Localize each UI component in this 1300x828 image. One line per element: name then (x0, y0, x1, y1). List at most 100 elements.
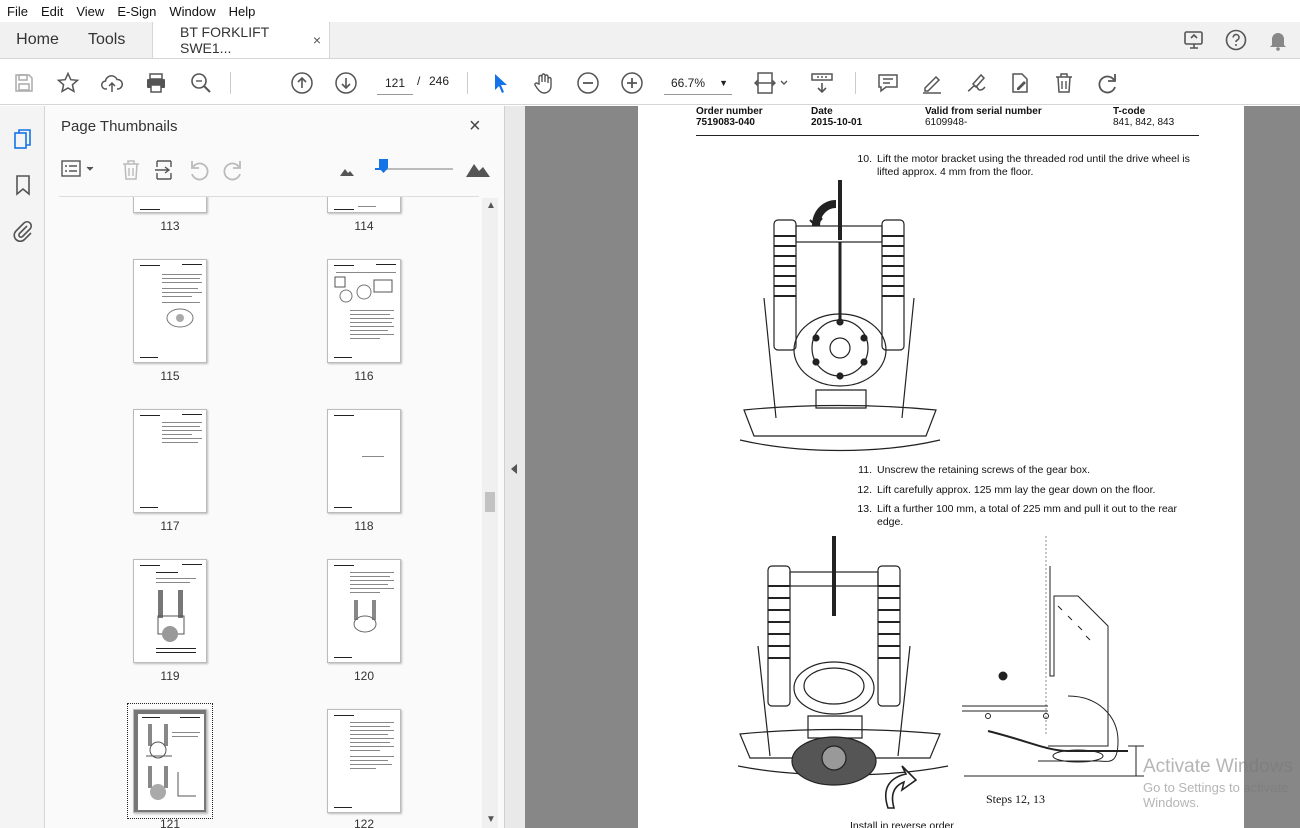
figure-caption: Steps 12, 13 (986, 792, 1046, 806)
edit-document-icon[interactable] (1008, 71, 1032, 95)
extract-pages-icon[interactable] (153, 158, 177, 187)
page-thumbnail[interactable] (327, 259, 401, 363)
scroll-up-icon[interactable]: ▲ (486, 200, 496, 211)
page-thumbnail[interactable] (133, 559, 207, 663)
bookmark-star-icon[interactable] (56, 71, 80, 95)
page-thumbnail[interactable] (133, 409, 207, 513)
left-navigation-rail (0, 106, 45, 828)
thumbnail-label: 119 (160, 669, 180, 683)
document-page: Order number 7519083-040 Date 2015-10-01… (638, 106, 1244, 828)
zoom-out-icon[interactable] (576, 71, 600, 95)
page-thumbnail[interactable] (327, 709, 401, 813)
thumbnail-options-menu-icon[interactable] (61, 158, 97, 185)
toolbar-divider (855, 72, 856, 94)
step-text: Lift carefully approx. 125 mm lay the ge… (877, 484, 1156, 496)
save-icon[interactable] (12, 71, 36, 95)
upload-cloud-icon[interactable] (100, 71, 124, 95)
thumbnail-label: 121 (159, 817, 181, 828)
watermark-line-2: Go to Settings to activate Windows. (1143, 780, 1289, 810)
menu-edit[interactable]: Edit (41, 4, 63, 19)
delete-page-icon[interactable] (119, 158, 143, 187)
page-thumbnail[interactable] (327, 559, 401, 663)
slider-handle[interactable] (379, 159, 388, 173)
header-tcode: T-code 841, 842, 843 (1113, 106, 1174, 128)
menu-esign[interactable]: E-Sign (117, 4, 156, 19)
tcode-value: 841, 842, 843 (1113, 117, 1175, 128)
panel-title: Page Thumbnails (61, 118, 178, 135)
serial-label: Valid from serial number (925, 106, 1042, 117)
tab-bar: Home Tools BT FORKLIFT SWE1... × (0, 22, 1300, 59)
gear-removal-illustration (738, 536, 949, 809)
page-thumbnail-selected[interactable] (127, 703, 213, 819)
collapse-arrow-icon[interactable] (511, 464, 517, 474)
page-separator: / (417, 74, 421, 88)
order-label: Order number (696, 106, 763, 117)
zoom-level-value: 66.7% (671, 76, 706, 90)
help-icon[interactable] (1224, 28, 1248, 52)
share-screen-icon[interactable] (1182, 28, 1206, 52)
page-thumbnail[interactable] (133, 259, 207, 363)
page-number-input[interactable]: 121 (377, 71, 413, 95)
notifications-bell-icon[interactable] (1266, 28, 1290, 52)
page-thumbnails-icon[interactable] (11, 127, 35, 151)
tab-tools[interactable]: Tools (75, 22, 152, 58)
serial-value: 6109948- (925, 117, 968, 128)
menu-window[interactable]: Window (169, 4, 215, 19)
scroll-mode-icon[interactable] (810, 71, 834, 95)
previous-page-icon[interactable] (290, 71, 314, 95)
step-13: 13. Lift a further 100 mm, a total of 225… (850, 503, 1200, 529)
step-number: 13. (857, 503, 872, 515)
date-value: 2015-10-01 (811, 117, 863, 128)
hand-tool-icon[interactable] (532, 71, 556, 95)
page-thumbnail[interactable] (133, 197, 207, 213)
toolbar-divider (467, 72, 468, 94)
draw-pen-icon[interactable] (964, 71, 988, 95)
zoom-in-icon[interactable] (620, 71, 644, 95)
comment-icon[interactable] (876, 71, 900, 95)
thumbnail-label: 115 (160, 369, 180, 383)
step-text: Lift the motor bracket using the threade… (877, 153, 1190, 178)
redo-icon[interactable] (1096, 71, 1120, 95)
thumbnail-label: 116 (354, 369, 374, 383)
step-number: 10. (857, 153, 872, 165)
toolbar-divider (230, 72, 231, 94)
menu-view[interactable]: View (76, 4, 104, 19)
rotate-clockwise-icon[interactable] (221, 158, 245, 187)
thumbnail-label: 118 (354, 519, 374, 533)
thumbnail-label: 122 (353, 817, 375, 828)
close-panel-icon[interactable]: × (469, 115, 481, 138)
tab-document[interactable]: BT FORKLIFT SWE1... × (152, 22, 330, 58)
menu-help[interactable]: Help (229, 4, 256, 19)
search-zoom-icon[interactable] (189, 71, 213, 95)
watermark-line-1: Activate Windows (1143, 756, 1293, 777)
menu-bar: File Edit View E-Sign Window Help (0, 0, 1300, 22)
menu-file[interactable]: File (7, 4, 28, 19)
zoom-level-select[interactable]: 66.7% ▼ (664, 71, 732, 95)
header-rule (696, 135, 1199, 136)
tab-close-icon[interactable]: × (313, 32, 321, 48)
bookmarks-icon[interactable] (11, 173, 35, 197)
attachments-paperclip-icon[interactable] (11, 219, 35, 243)
delete-trash-icon[interactable] (1052, 71, 1076, 95)
select-cursor-icon[interactable] (488, 71, 512, 95)
tab-document-title: BT FORKLIFT SWE1... (180, 24, 269, 56)
document-viewer: Order number 7519083-040 Date 2015-10-01… (525, 106, 1300, 828)
thumbnail-scrollbar[interactable]: ▲ ▼ (482, 198, 498, 828)
tab-home[interactable]: Home (0, 22, 75, 58)
panel-collapse-handle[interactable] (505, 106, 525, 828)
thumbnail-grid: 113 114 115 116 117 118 119 120 121 122 (59, 196, 479, 828)
main-toolbar: 121 / 246 66.7% ▼ (0, 60, 1300, 105)
print-icon[interactable] (144, 71, 168, 95)
page-thumbnail[interactable] (327, 409, 401, 513)
rotate-counterclockwise-icon[interactable] (187, 158, 211, 187)
thumbnail-toolbar (45, 152, 505, 192)
tab-bar-actions (1182, 28, 1290, 52)
step-text: Lift a further 100 mm, a total of 225 mm… (877, 503, 1177, 528)
page-thumbnail[interactable] (327, 197, 401, 213)
scroll-down-icon[interactable]: ▼ (486, 814, 496, 825)
step-10: 10. Lift the motor bracket using the thre… (850, 153, 1200, 179)
scrollbar-thumb[interactable] (485, 492, 495, 512)
page-fit-icon[interactable] (754, 71, 790, 95)
highlight-pen-icon[interactable] (920, 71, 944, 95)
next-page-icon[interactable] (334, 71, 358, 95)
